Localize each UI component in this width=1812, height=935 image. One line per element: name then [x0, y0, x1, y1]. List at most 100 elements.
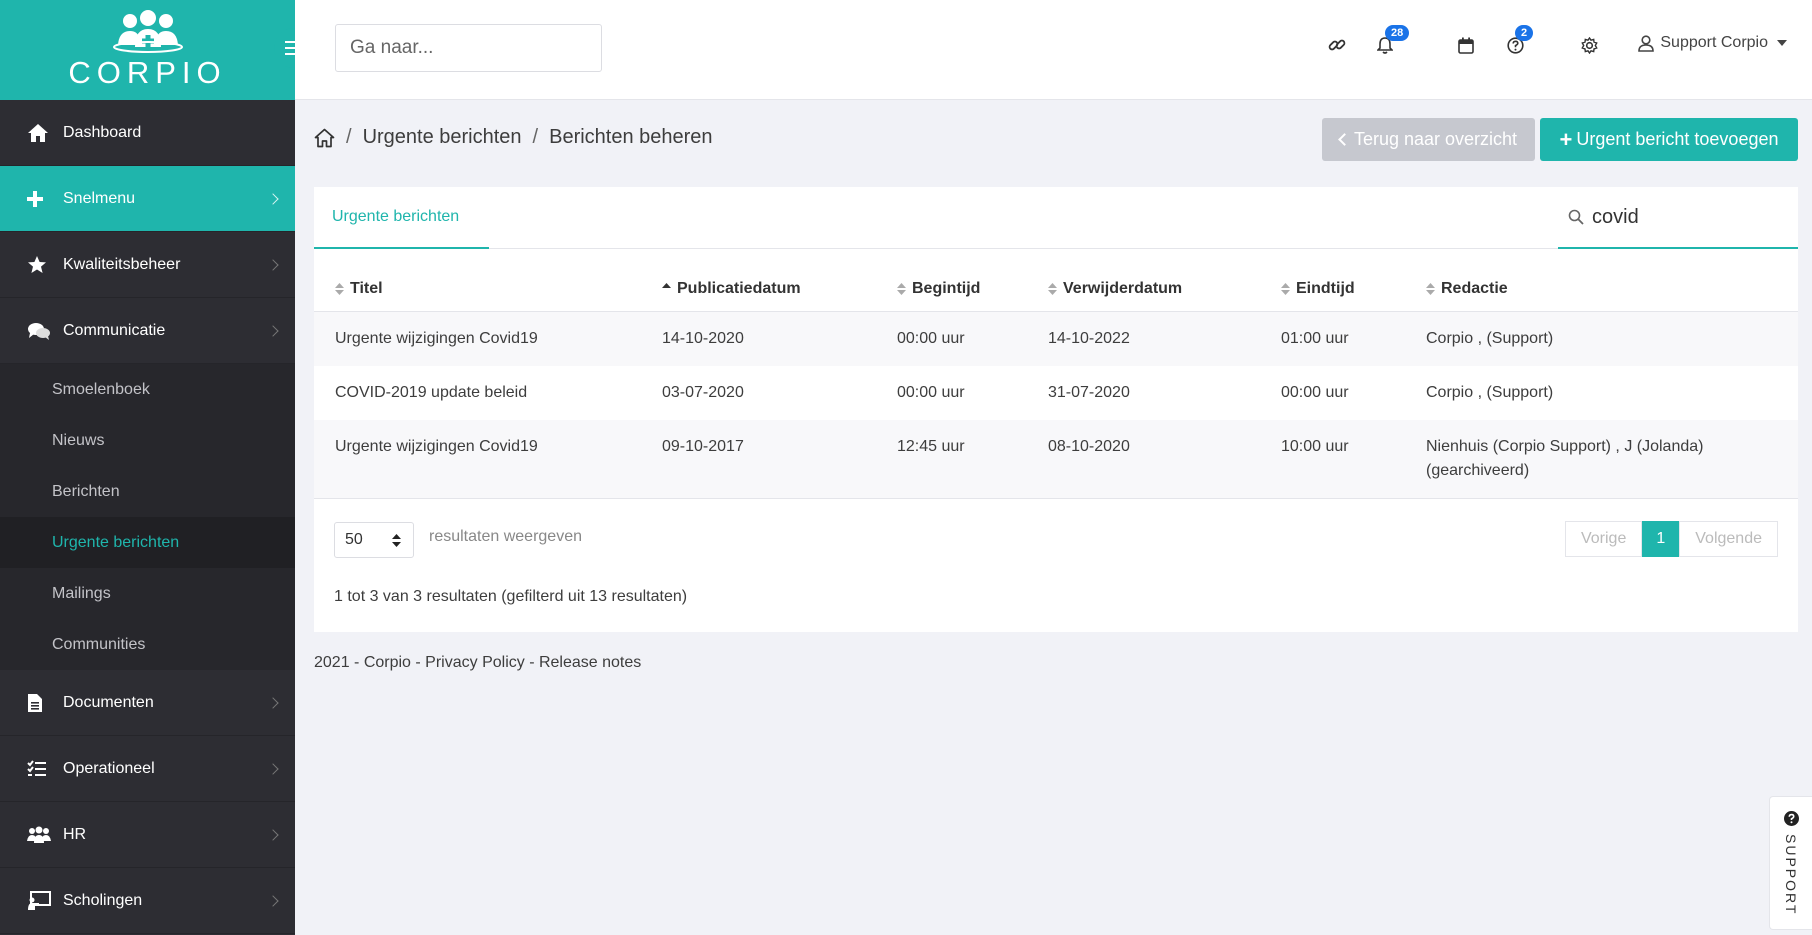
sidebar-item-dashboard[interactable]: Dashboard [0, 100, 295, 166]
caret-down-icon [1777, 40, 1787, 46]
calendar-icon[interactable] [1455, 34, 1477, 56]
sidebar-item-communicatie[interactable]: Communicatie [0, 298, 295, 364]
logo-people-icon [112, 10, 183, 53]
sort-icon [335, 282, 344, 295]
support-tab-label: SUPPORT [1783, 834, 1799, 916]
sort-icon [1281, 282, 1290, 295]
column-header-label: Verwijderdatum [1063, 279, 1183, 297]
gear-icon[interactable] [1578, 34, 1600, 56]
home-icon [27, 122, 53, 144]
column-header-label: Publicatiedatum [677, 279, 801, 297]
sidebar-item-snelmenu[interactable]: Snelmenu [0, 166, 295, 232]
results-info: 1 tot 3 van 3 resultaten (gefilterd uit … [334, 588, 688, 605]
chevron-right-icon [267, 828, 279, 841]
subnav-item-mailings[interactable]: Mailings [0, 568, 295, 619]
page-size-label: resultaten weergeven [429, 528, 582, 545]
sidebar-item-label: Documenten [63, 693, 154, 711]
messages-card: Urgente berichten Titel Publicatiedatum … [314, 187, 1798, 632]
column-header-begintijd[interactable]: Begintijd [876, 267, 1027, 312]
table-row[interactable]: COVID-2019 update beleid 03-07-2020 00:0… [314, 366, 1798, 420]
cell-titel: Urgente wijzigingen Covid19 [314, 311, 641, 366]
footer-company-link[interactable]: Corpio [364, 654, 411, 672]
chevron-right-icon [267, 258, 279, 271]
notifications-bell-icon[interactable]: 28 [1374, 25, 1410, 56]
back-to-overview-button[interactable]: Terug naar overzicht [1322, 118, 1535, 161]
sidebar-item-documenten[interactable]: Documenten [0, 670, 295, 736]
subnav-item-urgente-berichten[interactable]: Urgente berichten [0, 517, 295, 568]
chevron-right-icon [267, 894, 279, 907]
sort-icon [1426, 282, 1435, 295]
messages-table: Titel Publicatiedatum Begintijd Verwijde… [314, 267, 1798, 499]
plus-icon: + [1559, 126, 1573, 152]
star-icon [27, 254, 53, 276]
column-header-redactie[interactable]: Redactie [1405, 267, 1798, 312]
home-icon[interactable] [314, 128, 335, 148]
sort-ascending-icon [662, 282, 671, 288]
sidebar: CORPIO Dashboard Snelmenu Kwaliteitsbehe… [0, 0, 314, 935]
breadcrumb-current: Berichten beheren [549, 126, 713, 148]
pagination-prev-button[interactable]: Vorige [1564, 521, 1643, 557]
subnav-item-berichten[interactable]: Berichten [0, 466, 295, 517]
table-filter [1558, 187, 1798, 249]
cell-redactie: Corpio , (Support) [1426, 383, 1554, 401]
cell-publicatiedatum: 03-07-2020 [662, 383, 744, 401]
sort-icon [897, 282, 906, 295]
footer-privacy-link[interactable]: Privacy Policy [425, 654, 525, 672]
column-header-titel[interactable]: Titel [314, 267, 641, 312]
cell-eindtijd: 01:00 uur [1260, 311, 1405, 366]
breadcrumb: / Urgente berichten / Berichten beheren [314, 126, 713, 149]
support-tab[interactable]: SUPPORT [1769, 796, 1812, 930]
breadcrumb-separator: / [346, 126, 352, 148]
user-menu[interactable]: Support Corpio [1638, 34, 1787, 52]
users-icon [27, 824, 53, 846]
breadcrumb-urgente-berichten[interactable]: Urgente berichten [363, 126, 522, 149]
pagination-page-1[interactable]: 1 [1642, 521, 1680, 557]
chevron-right-icon [267, 192, 279, 205]
sidebar-item-kwaliteitsbeheer[interactable]: Kwaliteitsbeheer [0, 232, 295, 298]
footer: 2021 - Corpio - Privacy Policy - Release… [314, 654, 641, 672]
cell-redactie: Nienhuis (Corpio Support) , J (Jolanda) … [1405, 419, 1798, 499]
cell-verwijderdatum: 31-07-2020 [1048, 383, 1130, 401]
table-filter-input[interactable] [1592, 205, 1782, 229]
pagination-next-button[interactable]: Volgende [1679, 521, 1778, 557]
notifications-badge: 28 [1385, 25, 1410, 41]
subnav-item-smoelenboek[interactable]: Smoelenboek [0, 364, 295, 415]
help-icon[interactable]: 2 [1504, 25, 1534, 56]
tab-urgente-berichten[interactable]: Urgente berichten [314, 187, 489, 249]
table-row[interactable]: Urgente wijzigingen Covid19 09-10-2017 1… [314, 419, 1798, 499]
column-header-label: Eindtijd [1296, 279, 1355, 297]
subnav-item-nieuws[interactable]: Nieuws [0, 415, 295, 466]
logo[interactable]: CORPIO [0, 0, 314, 100]
cell-publicatiedatum: 09-10-2017 [641, 419, 876, 499]
table-header-row: Titel Publicatiedatum Begintijd Verwijde… [314, 267, 1798, 312]
column-header-eindtijd[interactable]: Eindtijd [1260, 267, 1405, 312]
sidebar-item-operationeel[interactable]: Operationeel [0, 736, 295, 802]
checklist-icon [27, 758, 53, 780]
chevron-left-icon [1338, 133, 1351, 146]
sidebar-item-label: Kwaliteitsbeheer [63, 255, 181, 273]
cell-begintijd: 12:45 uur [876, 419, 1027, 499]
subnav-item-communities[interactable]: Communities [0, 619, 295, 670]
sidebar-item-label: HR [63, 825, 87, 843]
global-search-input[interactable] [350, 37, 595, 59]
subnav-communicatie: Smoelenboek Nieuws Berichten Urgente ber… [0, 364, 295, 670]
footer-release-notes-link[interactable]: Release notes [539, 654, 641, 672]
column-header-publicatiedatum[interactable]: Publicatiedatum [641, 267, 876, 312]
cell-verwijderdatum: 14-10-2022 [1027, 311, 1260, 366]
footer-separator: - [410, 654, 426, 671]
sort-icon [1048, 282, 1057, 295]
sidebar-item-label: Scholingen [63, 891, 143, 909]
user-name: Support Corpio [1660, 34, 1768, 51]
page-size-select[interactable]: 50 [334, 522, 414, 558]
column-header-label: Titel [350, 279, 383, 297]
select-arrows-icon [392, 534, 401, 547]
table-row[interactable]: Urgente wijzigingen Covid19 14-10-2020 0… [314, 311, 1798, 366]
link-icon[interactable] [1326, 34, 1348, 56]
document-icon [27, 692, 53, 714]
sidebar-item-hr[interactable]: HR [0, 802, 295, 868]
add-urgent-message-button[interactable]: + Urgent bericht toevoegen [1540, 118, 1798, 161]
global-search [335, 24, 602, 72]
sidebar-item-scholingen[interactable]: Scholingen [0, 868, 295, 934]
footer-separator: - [349, 654, 364, 671]
column-header-verwijderdatum[interactable]: Verwijderdatum [1027, 267, 1260, 312]
